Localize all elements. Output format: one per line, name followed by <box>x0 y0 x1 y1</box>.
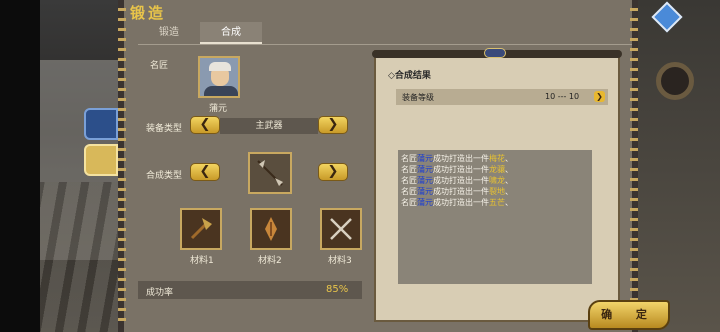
material-2-label: 材料2 <box>258 256 282 266</box>
log-weapon: 龙骧 <box>489 165 505 174</box>
spearhead-icon[interactable] <box>250 208 292 250</box>
halberd-icon[interactable] <box>248 152 292 194</box>
log-suffix: 、 <box>505 165 513 174</box>
axe-icon[interactable] <box>180 208 222 250</box>
smith-label: 名匠 <box>150 61 169 71</box>
material-3-label: 材料3 <box>328 256 352 266</box>
log-text: 成功打造出一件 <box>433 154 489 163</box>
grade-value: 10 --- 10 <box>545 92 580 101</box>
grade-label: 装备等级 <box>402 93 434 102</box>
tab-synthesis[interactable]: 合成 <box>200 22 262 44</box>
equipment-type-value: 主武器 <box>220 118 318 134</box>
log-text: 成功打造出一件 <box>433 176 489 185</box>
side-tab-gold[interactable] <box>84 144 118 176</box>
log-smith-name: 蒲元 <box>417 165 433 174</box>
kite-icon[interactable] <box>651 1 683 33</box>
log-weapon: 啸龙 <box>489 176 505 185</box>
log-weapon: 裂地 <box>489 187 505 196</box>
log-line: 名匠蒲元成功打造出一件五芒、 <box>401 197 589 208</box>
smith-avatar[interactable] <box>198 56 240 98</box>
log-suffix: 、 <box>505 187 513 196</box>
log-prefix: 名匠 <box>401 176 417 185</box>
left-black-edge <box>0 0 40 332</box>
log-suffix: 、 <box>505 176 513 185</box>
tab-bar: 锻造 合成 <box>138 22 262 44</box>
tab-divider <box>138 44 632 45</box>
panel-binding-left <box>118 8 126 324</box>
log-text: 成功打造出一件 <box>433 198 489 207</box>
tab-forge[interactable]: 锻造 <box>138 22 200 44</box>
grade-next-button[interactable]: ❯ <box>594 91 605 102</box>
success-rate-label: 成功率 <box>146 288 174 298</box>
log-prefix: 名匠 <box>401 198 417 207</box>
log-smith-name: 蒲元 <box>417 198 433 207</box>
log-weapon: 五芒 <box>489 198 505 207</box>
log-text: 成功打造出一件 <box>433 187 489 196</box>
result-header-text: 合成结果 <box>394 71 431 81</box>
avatar-cap <box>209 62 231 71</box>
log-weapon: 梅花 <box>489 154 505 163</box>
log-prefix: 名匠 <box>401 165 417 174</box>
equipment-next-button[interactable]: ❯ <box>318 116 348 134</box>
log-line: 名匠蒲元成功打造出一件啸龙、 <box>401 175 589 186</box>
log-text: 成功打造出一件 <box>433 165 489 174</box>
material-1-label: 材料1 <box>190 256 214 266</box>
equipment-prev-button[interactable]: ❮ <box>190 116 220 134</box>
crossed-swords-icon[interactable] <box>320 208 362 250</box>
log-smith-name: 蒲元 <box>417 187 433 196</box>
panel-binding-right <box>630 8 638 324</box>
log-line: 名匠蒲元成功打造出一件裂地、 <box>401 186 589 197</box>
cart-wheel-icon <box>656 62 694 100</box>
right-scenery <box>630 0 720 332</box>
result-log: 名匠蒲元成功打造出一件梅花、 名匠蒲元成功打造出一件龙骧、 名匠蒲元成功打造出一… <box>398 150 592 284</box>
confirm-button[interactable]: 确 定 <box>588 300 670 330</box>
equipment-type-label: 装备类型 <box>146 124 183 134</box>
synthesis-type-label: 合成类型 <box>146 171 183 181</box>
log-prefix: 名匠 <box>401 187 417 196</box>
scroll-emblem-icon <box>484 48 506 58</box>
smith-name: 蒲元 <box>209 104 228 114</box>
log-smith-name: 蒲元 <box>417 176 433 185</box>
avatar-robe <box>204 86 238 96</box>
log-line: 名匠蒲元成功打造出一件龙骧、 <box>401 164 589 175</box>
result-header: ◇合成结果 <box>388 71 431 81</box>
log-smith-name: 蒲元 <box>417 154 433 163</box>
synthesis-prev-button[interactable]: ❮ <box>190 163 220 181</box>
synthesis-next-button[interactable]: ❯ <box>318 163 348 181</box>
log-prefix: 名匠 <box>401 154 417 163</box>
success-rate-value: 85% <box>326 284 349 295</box>
log-suffix: 、 <box>505 154 513 163</box>
log-suffix: 、 <box>505 198 513 207</box>
side-tab-blue[interactable] <box>84 108 118 140</box>
log-line: 名匠蒲元成功打造出一件梅花、 <box>401 153 589 164</box>
window-title: 锻造 <box>130 4 167 22</box>
